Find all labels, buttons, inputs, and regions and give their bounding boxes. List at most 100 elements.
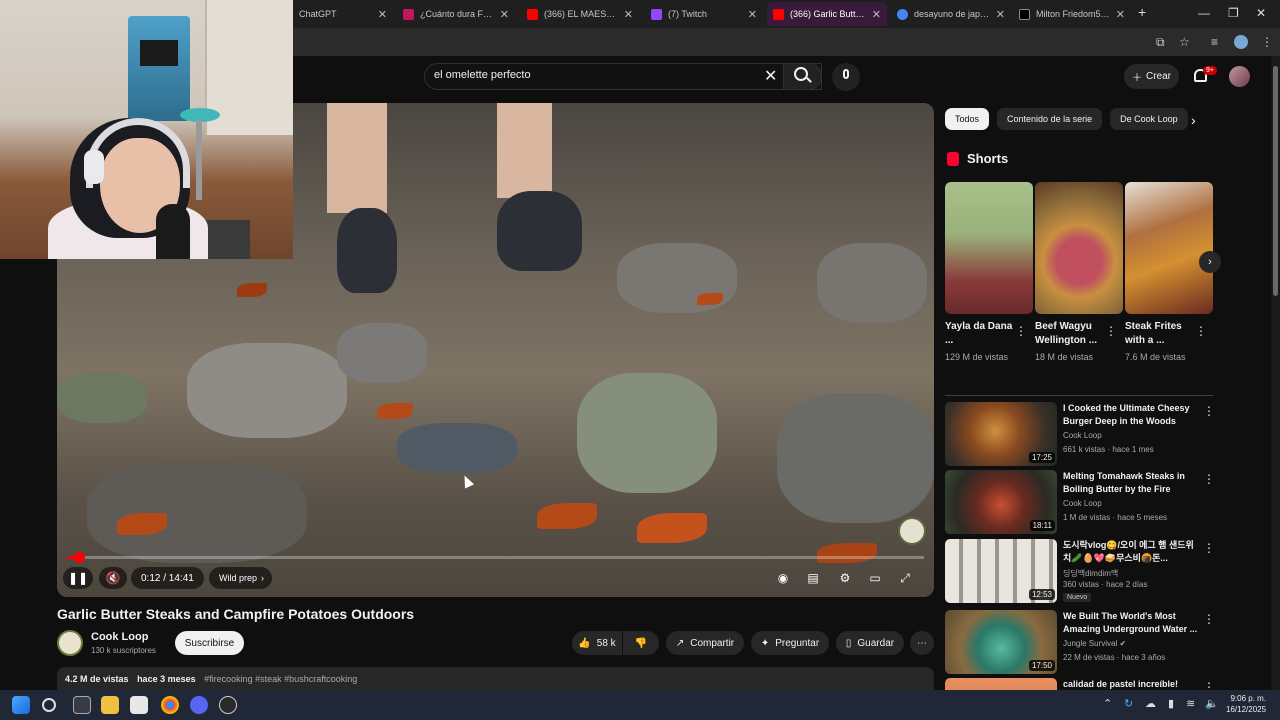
rec-title[interactable]: 도시락vlog😋/오이 에그 햄 샌드위치🥒🥚💖🥪무스비🍘돈... (1063, 539, 1201, 565)
chevron-up-icon[interactable]: ⌃ (1103, 697, 1112, 710)
ask-button[interactable]: ✦ Preguntar (751, 631, 829, 655)
like-button[interactable]: 👍 58 k (572, 631, 622, 655)
recommended-video[interactable]: 12:53 도시락vlog😋/오이 에그 햄 샌드위치🥒🥚💖🥪무스비🍘돈... … (945, 539, 1220, 603)
store-icon[interactable] (130, 696, 148, 714)
hashtags[interactable]: #firecooking #steak #bushcraftcooking (204, 674, 357, 684)
more-vert-icon[interactable]: ⋮ (1015, 324, 1027, 338)
new-tab-button[interactable]: + (1138, 4, 1146, 20)
short-card[interactable]: Beef Wagyu Wellington ... 18 M de vistas… (1035, 182, 1123, 364)
page-scrollbar[interactable] (1271, 56, 1280, 690)
rec-channel[interactable]: 딩딩맥dimdim맥 (1063, 568, 1118, 579)
discord-icon[interactable] (190, 696, 208, 714)
close-icon[interactable]: ✕ (872, 8, 881, 21)
short-thumbnail[interactable] (945, 182, 1033, 314)
more-vert-icon[interactable]: ⋮ (1195, 324, 1207, 338)
short-thumbnail[interactable] (1125, 182, 1213, 314)
share-button[interactable]: ↗ Compartir (666, 631, 744, 655)
tab-twitch[interactable]: (7) Twitch ✕ (645, 2, 763, 26)
more-actions-button[interactable]: ⋯ (910, 631, 934, 655)
rec-title[interactable]: Melting Tomahawk Steaks in Boiling Butte… (1063, 470, 1201, 496)
short-thumbnail[interactable] (1035, 182, 1123, 314)
tab-garlic-butter[interactable]: (366) Garlic Butter St ✕ (767, 2, 887, 26)
bookmark-star-icon[interactable]: ☆ (1179, 35, 1190, 49)
clear-search-icon[interactable]: ✕ (764, 66, 777, 86)
rec-channel[interactable]: Cook Loop (1063, 431, 1102, 440)
taskbar-clock[interactable]: 9:06 p. m. 16/12/2025 (1226, 693, 1266, 715)
more-vert-icon[interactable]: ⋮ (1203, 404, 1215, 418)
close-icon[interactable]: ✕ (378, 8, 387, 21)
wifi-icon[interactable]: ≋ (1186, 697, 1195, 710)
rec-title[interactable]: calidad de pastel increíble! (1063, 678, 1201, 690)
tab-fnaf[interactable]: ¿Cuánto dura FNaF W ✕ (397, 2, 515, 26)
dislike-button[interactable]: 👎 (623, 631, 659, 655)
recommended-video[interactable]: 17:25 I Cooked the Ultimate Cheesy Burge… (945, 402, 1220, 466)
obs-icon[interactable] (219, 696, 237, 714)
rec-title[interactable]: I Cooked the Ultimate Cheesy Burger Deep… (1063, 402, 1201, 428)
windows-start-icon[interactable] (12, 696, 30, 714)
chip-channel[interactable]: De Cook Loop (1110, 108, 1188, 130)
chevron-right-icon[interactable]: › (1191, 112, 1196, 128)
avatar[interactable] (1229, 66, 1250, 87)
close-icon[interactable]: ✕ (748, 8, 757, 21)
more-vert-icon[interactable]: ⋮ (1203, 680, 1215, 690)
short-card[interactable]: Steak Frites with a ... 7.6 M de vistas … (1125, 182, 1213, 364)
more-vert-icon[interactable]: ⋮ (1105, 324, 1117, 338)
close-icon[interactable]: ✕ (1116, 8, 1125, 21)
rec-channel[interactable]: Cook Loop (1063, 499, 1102, 508)
media-icon[interactable]: ≡ (1211, 35, 1218, 49)
sync-icon[interactable]: ↻ (1124, 697, 1133, 710)
subscribe-button[interactable]: Suscribirse (175, 631, 244, 655)
profile-avatar[interactable] (1234, 35, 1248, 49)
chrome-icon[interactable] (161, 696, 179, 714)
settings-button[interactable]: ⚙ (834, 567, 856, 589)
short-card[interactable]: Yayla da Dana ... 129 M de vistas ⋮ (945, 182, 1033, 364)
short-title[interactable]: Yayla da Dana ... (945, 320, 1015, 348)
rec-channel[interactable]: Jungle Survival ✔ (1063, 639, 1126, 648)
autoplay-toggle[interactable]: ◉ (772, 567, 794, 589)
subtitles-button[interactable]: ▤ (802, 567, 824, 589)
mute-button[interactable]: 🔇 (99, 567, 127, 589)
progress-bar[interactable] (67, 552, 924, 563)
pause-button[interactable]: ❚❚ (63, 567, 93, 589)
tab-milton[interactable]: Milton Friedom5 🚀 ✕ (1013, 2, 1131, 26)
short-title[interactable]: Beef Wagyu Wellington ... (1035, 320, 1105, 348)
file-explorer-icon[interactable] (101, 696, 119, 714)
short-title[interactable]: Steak Frites with a ... (1125, 320, 1195, 348)
description-box[interactable]: 4.2 M de vistas hace 3 meses #firecookin… (57, 667, 934, 691)
speaker-icon[interactable]: 🔈 (1205, 697, 1219, 710)
shorts-next-button[interactable]: › (1199, 251, 1221, 273)
battery-icon[interactable]: ▮ (1168, 697, 1174, 710)
cloud-icon[interactable]: ☁ (1145, 697, 1156, 710)
close-icon[interactable]: ✕ (624, 8, 633, 21)
minimize-button[interactable]: — (1198, 6, 1210, 20)
window-close-button[interactable]: ✕ (1256, 6, 1266, 20)
scrollbar-thumb[interactable] (1273, 66, 1278, 296)
close-icon[interactable]: ✕ (996, 8, 1005, 21)
search-icon[interactable] (794, 67, 808, 81)
chapter-button[interactable]: Wild prep › (209, 567, 273, 589)
recommended-video[interactable]: calidad de pastel increíble! ⋮ (945, 678, 1220, 690)
browser-menu-icon[interactable]: ⋮ (1261, 35, 1273, 49)
create-button[interactable]: ＋ Crear (1124, 64, 1179, 89)
save-button[interactable]: ▯ Guardar (836, 631, 904, 655)
channel-watermark[interactable] (898, 517, 926, 545)
rec-title[interactable]: We Built The World's Most Amazing Underg… (1063, 610, 1201, 636)
more-vert-icon[interactable]: ⋮ (1203, 612, 1215, 626)
recommended-video[interactable]: 17:50 We Built The World's Most Amazing … (945, 610, 1220, 674)
tab-chatgpt[interactable]: ChatGPT ✕ (293, 2, 393, 26)
restore-button[interactable]: ❐ (1228, 6, 1239, 20)
tab-desayuno[interactable]: desayuno de japon - ✕ (891, 2, 1011, 26)
channel-name[interactable]: Cook Loop (91, 631, 148, 643)
fullscreen-button[interactable]: ⤢ (894, 567, 916, 589)
more-vert-icon[interactable]: ⋮ (1203, 541, 1215, 555)
tab-maestro[interactable]: (366) EL MAESTRO SI ✕ (521, 2, 639, 26)
chip-series[interactable]: Contenido de la serie (997, 108, 1103, 130)
cast-icon[interactable]: ⧉ (1156, 35, 1165, 50)
more-vert-icon[interactable]: ⋮ (1203, 472, 1215, 486)
channel-avatar[interactable] (57, 630, 83, 656)
progress-scrubber[interactable] (73, 552, 85, 563)
search-query[interactable]: el omelette perfecto (434, 69, 531, 81)
chip-all[interactable]: Todos (945, 108, 990, 130)
task-view-icon[interactable] (73, 696, 91, 714)
recommended-video[interactable]: 18:11 Melting Tomahawk Steaks in Boiling… (945, 470, 1220, 534)
